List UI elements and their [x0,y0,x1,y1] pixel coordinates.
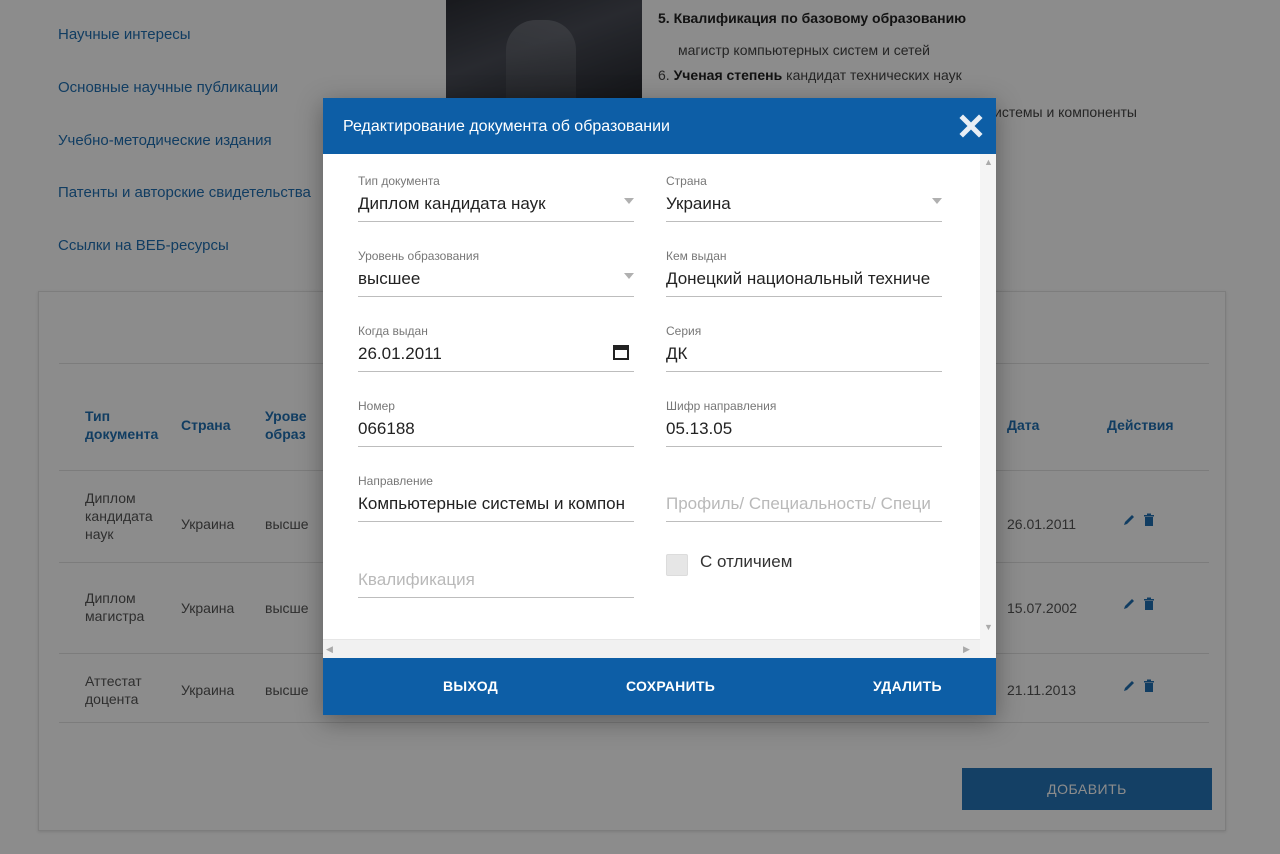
field-underline [666,371,942,372]
series-label: Серия [666,324,702,338]
direction-code-value: 05.13.05 [666,419,733,438]
delete-button[interactable]: УДАЛИТЬ [873,658,942,715]
issue-date-value: 26.01.2011 [358,344,442,363]
horizontal-scrollbar[interactable]: ◀ ▶ [323,639,980,658]
direction-value: Компьютерные системы и компон [358,494,625,513]
profile-placeholder: Профиль/ Специальность/ Специ [666,494,931,513]
direction-label: Направление [358,474,433,488]
edu-level-label: Уровень образования [358,249,480,263]
chevron-down-icon[interactable] [624,198,634,204]
chevron-down-icon[interactable] [624,273,634,279]
edit-education-dialog: Редактирование документа об образовании … [323,98,996,715]
scroll-right-icon[interactable]: ▶ [963,644,970,655]
dialog-title: Редактирование документа об образовании [343,118,670,135]
save-button[interactable]: СОХРАНИТЬ [626,658,715,715]
dialog-header: Редактирование документа об образовании [323,98,996,154]
chevron-down-icon[interactable] [932,198,942,204]
country-value: Украина [666,194,731,213]
doc-type-value: Диплом кандидата наук [358,194,546,213]
calendar-icon[interactable] [612,343,630,361]
scroll-down-icon[interactable]: ▼ [984,622,993,632]
edu-level-value: высшее [358,269,421,288]
close-icon[interactable] [957,112,985,140]
issued-by-label: Кем выдан [666,249,727,263]
field-underline [358,521,634,522]
dialog-body: Тип документа Диплом кандидата наук Стра… [323,154,996,658]
direction-code-label: Шифр направления [666,399,777,413]
honors-label: С отличием [700,552,793,571]
country-label: Страна [666,174,707,188]
field-underline [666,221,942,222]
issued-by-value: Донецкий национальный техниче [666,269,931,288]
scroll-left-icon[interactable]: ◀ [326,644,333,655]
field-underline [666,446,942,447]
number-value: 066188 [358,419,415,438]
field-underline [666,521,942,522]
honors-checkbox[interactable] [666,554,688,576]
exit-button[interactable]: ВЫХОД [443,658,498,715]
field-underline [358,221,634,222]
issue-date-label: Когда выдан [358,324,428,338]
field-underline [358,597,634,598]
doc-type-label: Тип документа [358,174,440,188]
field-underline [358,371,634,372]
qualification-placeholder: Квалификация [358,570,475,589]
field-underline [666,296,942,297]
series-value: ДК [666,344,688,363]
vertical-scrollbar[interactable]: ▲ ▼ [980,154,996,658]
dialog-footer: ВЫХОД СОХРАНИТЬ УДАЛИТЬ [323,658,996,715]
field-underline [358,296,634,297]
scroll-up-icon[interactable]: ▲ [984,157,993,167]
number-label: Номер [358,399,395,413]
field-underline [358,446,634,447]
